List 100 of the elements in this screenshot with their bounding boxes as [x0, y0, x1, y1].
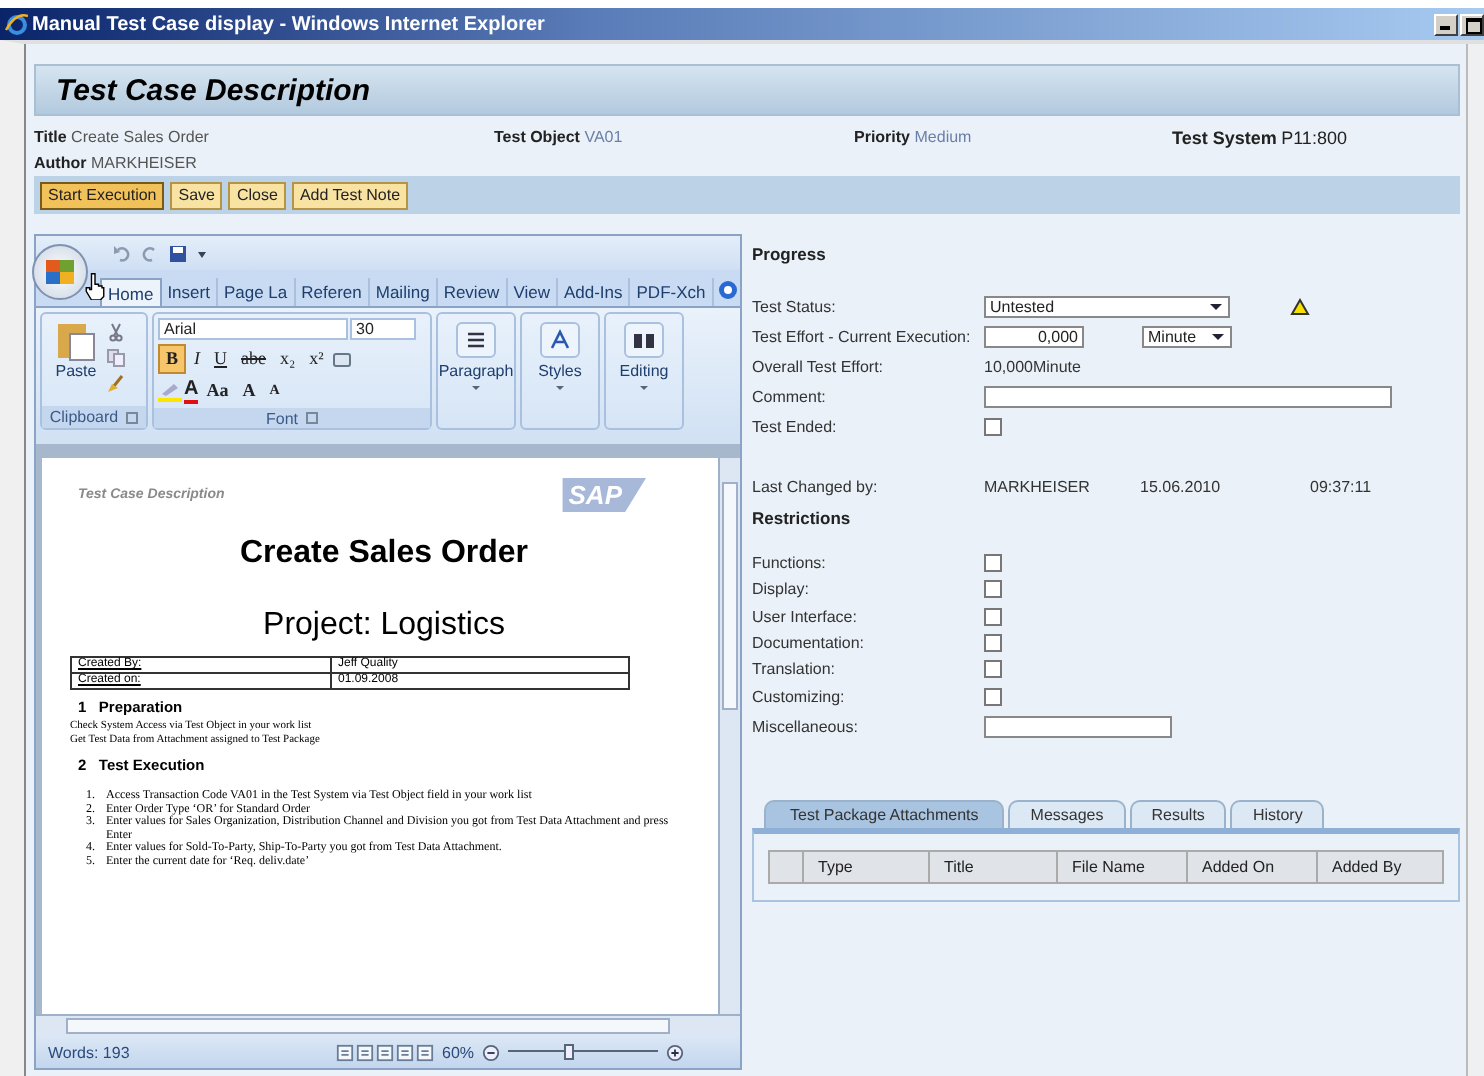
view-mode-icon[interactable]	[356, 1043, 374, 1061]
page-title: Test Case Description	[56, 73, 370, 107]
tab[interactable]: Test Package Attachments	[764, 799, 1005, 828]
caret-icon	[554, 384, 566, 392]
field-value: 09:37:11	[1310, 478, 1372, 496]
launcher-icon[interactable]	[306, 412, 318, 424]
ribbon-group-button[interactable]: Styles	[520, 312, 600, 430]
document-subtitle: Project: Logistics	[261, 608, 507, 644]
dropdown-arrow-icon	[1208, 302, 1224, 312]
info-field: Priority Medium	[854, 128, 1172, 148]
letter-a-icon	[548, 328, 572, 352]
action-button[interactable]: Start Execution	[40, 181, 165, 209]
group-label: Clipboard	[49, 408, 119, 426]
save-icon[interactable]	[168, 243, 188, 263]
action-button[interactable]: Close	[228, 181, 286, 209]
horizontal-scrollbar[interactable]	[36, 1014, 740, 1036]
cut-icon[interactable]	[106, 322, 126, 342]
format-button[interactable]: I	[188, 346, 207, 372]
column-header[interactable]: Added On	[1188, 851, 1318, 882]
format-button[interactable]: x₂	[274, 346, 302, 372]
column-header[interactable]: Added By	[1318, 851, 1442, 882]
checkbox[interactable]	[984, 580, 1002, 599]
copy-icon[interactable]	[106, 348, 126, 368]
field-label: Overall Test Effort:	[752, 358, 886, 376]
font-size-select[interactable]: 30	[350, 318, 416, 340]
vertical-scrollbar[interactable]	[718, 458, 740, 1014]
minimize-button[interactable]	[1434, 13, 1458, 35]
grow-font-button[interactable]: A	[236, 378, 262, 404]
tab[interactable]: Messages	[1008, 799, 1126, 828]
caret-icon	[470, 384, 482, 392]
help-icon[interactable]	[717, 280, 738, 300]
view-mode-icon[interactable]	[376, 1043, 394, 1061]
checkbox[interactable]	[984, 687, 1002, 706]
field-value: MARKHEISER	[984, 478, 1092, 496]
text-input[interactable]	[984, 715, 1172, 738]
field-label: Display:	[752, 580, 811, 599]
checkbox[interactable]	[984, 554, 1002, 573]
column-header[interactable]: Title	[930, 851, 1058, 882]
field-label: Miscellaneous:	[752, 717, 860, 736]
field-value: 10,000	[984, 358, 1033, 376]
checkbox[interactable]	[984, 607, 1002, 626]
checkbox[interactable]	[984, 418, 1002, 436]
undo-icon[interactable]	[112, 243, 132, 263]
align-lines-icon	[464, 328, 488, 352]
ribbon-group-button[interactable]: Paragraph	[436, 312, 516, 430]
field-label: Translation:	[752, 660, 837, 679]
field-label: Last Changed by:	[752, 478, 880, 496]
format-button[interactable]: x²	[303, 346, 330, 372]
redo-icon[interactable]	[140, 243, 160, 263]
info-field: Title Create Sales Order	[34, 128, 494, 148]
info-field: Test System P11:800	[1172, 128, 1460, 148]
field-label: Test Ended:	[752, 418, 839, 436]
field-label: Customizing:	[752, 687, 847, 706]
field-value: Minute	[1032, 358, 1081, 376]
font-name-select[interactable]: Arial	[158, 318, 348, 340]
comment-input[interactable]	[984, 386, 1392, 408]
zoom-level: 60%	[442, 1043, 475, 1061]
field-label: User Interface:	[752, 607, 859, 626]
window-title: Manual Test Case display - Windows Internet Explorer	[32, 13, 547, 35]
field-label: Test Status:	[752, 298, 838, 316]
brush-icon[interactable]	[106, 374, 126, 394]
company-logo: SAP	[562, 478, 646, 512]
status-select[interactable]: Untested	[984, 296, 1230, 318]
zoom-slider-thumb[interactable]	[563, 1044, 574, 1060]
eraser-icon[interactable]	[331, 349, 352, 369]
format-button[interactable]: B	[158, 344, 187, 374]
launcher-icon[interactable]	[126, 411, 139, 423]
view-mode-icon[interactable]	[336, 1043, 354, 1061]
format-button[interactable]: U	[208, 346, 234, 372]
info-field: Test Object VA01	[494, 128, 854, 148]
ribbon-group-button[interactable]: Editing	[604, 312, 684, 430]
format-button[interactable]: abe	[235, 346, 273, 372]
paste-button[interactable]: Paste	[46, 318, 106, 402]
maximize-button[interactable]	[1460, 13, 1484, 35]
column-header[interactable]: File Name	[1058, 851, 1188, 882]
font-color-button[interactable]: A	[184, 379, 199, 403]
tab[interactable]: History	[1230, 799, 1325, 828]
checkbox[interactable]	[984, 660, 1002, 679]
tab[interactable]: Results	[1129, 799, 1227, 828]
view-mode-icon[interactable]	[416, 1043, 434, 1061]
field-label: Comment:	[752, 388, 828, 406]
ribbon-tab[interactable]: Home	[100, 278, 162, 306]
view-mode-icon[interactable]	[396, 1043, 414, 1061]
effort-input[interactable]: 0,000	[984, 326, 1084, 348]
unit-select[interactable]: Minute	[1142, 326, 1232, 348]
change-case-button[interactable]: Aa	[200, 378, 235, 404]
field-label: Documentation:	[752, 634, 867, 653]
zoom-in-icon[interactable]	[666, 1043, 685, 1061]
group-label: Font	[265, 409, 298, 427]
dropdown-icon[interactable]	[196, 247, 208, 259]
action-button[interactable]: Add Test Note	[291, 181, 409, 209]
caret-icon	[638, 384, 650, 392]
zoom-out-icon[interactable]	[482, 1043, 501, 1061]
hand-cursor-icon	[84, 272, 106, 300]
column-header[interactable]: Type	[804, 851, 930, 882]
action-button[interactable]: Save	[170, 181, 223, 209]
browser-logo-icon	[4, 12, 28, 36]
info-field: Author MARKHEISER	[34, 154, 494, 172]
checkbox[interactable]	[984, 634, 1002, 653]
dropdown-arrow-icon	[1210, 332, 1226, 342]
